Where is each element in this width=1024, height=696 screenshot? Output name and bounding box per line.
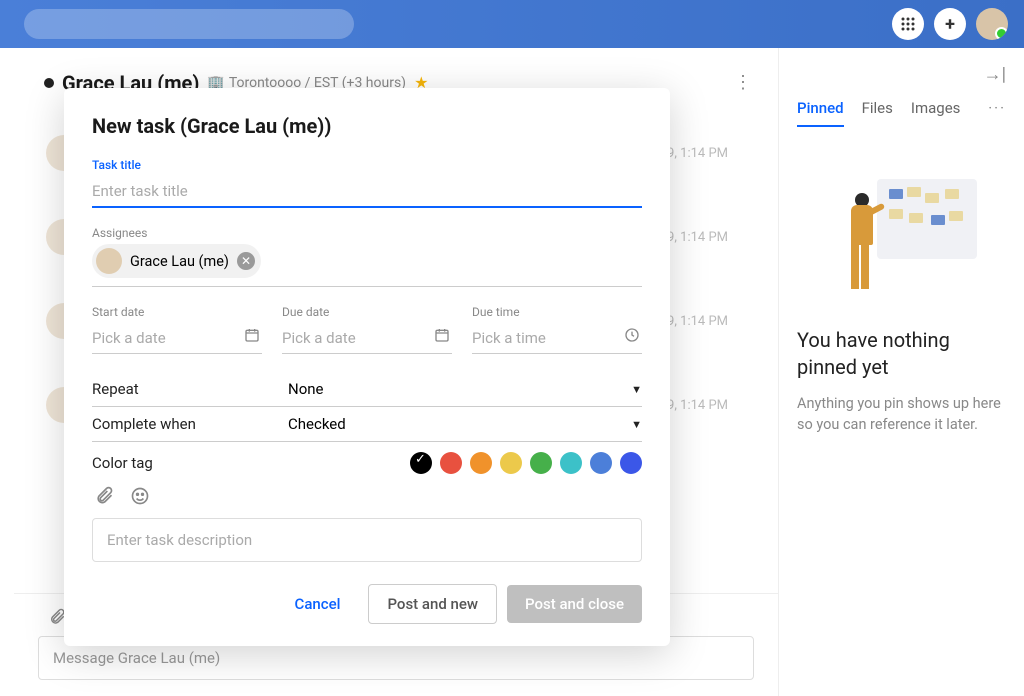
attach-icon[interactable] — [94, 486, 114, 506]
repeat-row[interactable]: Repeat None ▼ — [92, 372, 642, 407]
add-icon[interactable]: + — [934, 8, 966, 40]
cancel-button[interactable]: Cancel — [277, 585, 359, 623]
chevron-down-icon: ▼ — [631, 418, 642, 431]
assignee-name: Grace Lau (me) — [130, 253, 229, 270]
presence-dot — [44, 78, 54, 88]
assignees-label: Assignees — [92, 226, 642, 240]
user-avatar[interactable] — [976, 8, 1008, 40]
new-task-modal: New task (Grace Lau (me)) Task title Ass… — [64, 88, 670, 646]
tab-more-icon[interactable]: ··· — [988, 99, 1006, 127]
repeat-label: Repeat — [92, 380, 288, 398]
right-panel: →| Pinned Files Images ··· You have noth… — [778, 48, 1024, 696]
empty-subtitle: Anything you pin shows up here so you ca… — [797, 393, 1006, 435]
calendar-icon[interactable] — [434, 327, 450, 343]
color-swatch-yellow[interactable] — [500, 452, 522, 474]
empty-illustration — [827, 173, 977, 303]
color-tag-row: Color tag — [92, 442, 642, 478]
panel-top: →| — [797, 64, 1006, 85]
due-date-input[interactable] — [282, 323, 452, 354]
remove-assignee-icon[interactable]: ✕ — [237, 252, 255, 270]
color-swatch-green[interactable] — [530, 452, 552, 474]
chevron-down-icon: ▼ — [631, 383, 642, 396]
topbar-actions: + — [892, 8, 1008, 40]
panel-tabs: Pinned Files Images ··· — [797, 99, 1006, 127]
color-swatch-teal[interactable] — [560, 452, 582, 474]
due-time-label: Due time — [472, 305, 642, 319]
color-swatch-indigo[interactable] — [620, 452, 642, 474]
start-date-input[interactable] — [92, 323, 262, 354]
color-swatch-orange[interactable] — [470, 452, 492, 474]
color-swatch-blue[interactable] — [590, 452, 612, 474]
color-swatch-red[interactable] — [440, 452, 462, 474]
tab-files[interactable]: Files — [862, 99, 893, 127]
task-title-section: Task title — [92, 158, 642, 208]
complete-when-label: Complete when — [92, 415, 288, 433]
assignee-chip: Grace Lau (me) ✕ — [92, 244, 261, 278]
dates-row: Start date Due date Due time — [92, 305, 642, 354]
expand-icon[interactable]: →| — [984, 64, 1006, 85]
search-input[interactable] — [24, 9, 354, 39]
left-rail — [0, 48, 14, 696]
task-title-input[interactable] — [92, 176, 642, 208]
repeat-value: None — [288, 380, 631, 398]
task-title-label: Task title — [92, 158, 642, 172]
topbar: + — [0, 0, 1024, 48]
tab-pinned[interactable]: Pinned — [797, 99, 844, 127]
color-tag-label: Color tag — [92, 454, 288, 472]
post-and-close-button[interactable]: Post and close — [507, 585, 642, 623]
dialpad-icon[interactable] — [892, 8, 924, 40]
more-options-icon[interactable]: ⋮ — [726, 68, 760, 97]
color-swatch-black[interactable] — [410, 452, 432, 474]
modal-actions: Cancel Post and new Post and close — [92, 584, 642, 624]
due-date-label: Due date — [282, 305, 452, 319]
color-swatches — [410, 452, 642, 474]
post-and-new-button[interactable]: Post and new — [368, 584, 497, 624]
tab-images[interactable]: Images — [911, 99, 961, 127]
description-input[interactable] — [92, 518, 642, 562]
due-time-input[interactable] — [472, 323, 642, 354]
start-date-label: Start date — [92, 305, 262, 319]
complete-when-value: Checked — [288, 415, 631, 433]
assignee-avatar — [96, 248, 122, 274]
emoji-icon[interactable] — [130, 486, 150, 506]
empty-title: You have nothing pinned yet — [797, 327, 1006, 381]
complete-when-row[interactable]: Complete when Checked ▼ — [92, 407, 642, 442]
calendar-icon[interactable] — [244, 327, 260, 343]
attachment-row — [92, 478, 642, 518]
clock-icon[interactable] — [624, 327, 640, 343]
assignees-section: Assignees Grace Lau (me) ✕ — [92, 226, 642, 287]
modal-title: New task (Grace Lau (me)) — [92, 114, 642, 138]
